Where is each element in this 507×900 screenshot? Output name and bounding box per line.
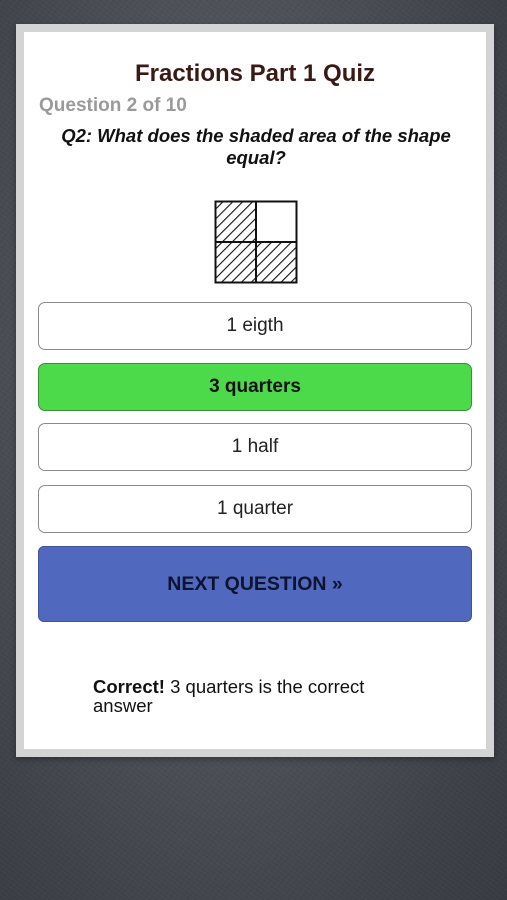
answer-option-1-quarter[interactable]: 1 quarter bbox=[38, 485, 472, 533]
question-progress: Question 2 of 10 bbox=[39, 95, 187, 116]
unshaded-cell-top-right bbox=[255, 200, 298, 243]
answer-option-3-quarters[interactable]: 3 quarters bbox=[38, 363, 472, 411]
quiz-card-frame: Fractions Part 1 Quiz Question 2 of 10 Q… bbox=[16, 24, 494, 757]
feedback-status: Correct! bbox=[93, 676, 165, 697]
shaded-cell-bottom-left bbox=[214, 241, 257, 284]
shaded-cell-bottom-right bbox=[255, 241, 298, 284]
quiz-title: Fractions Part 1 Quiz bbox=[134, 60, 376, 87]
answer-option-1-half[interactable]: 1 half bbox=[38, 423, 472, 471]
answer-option-1-eigth[interactable]: 1 eigth bbox=[38, 302, 472, 350]
question-text: Q2: What does the shaded area of the sha… bbox=[61, 125, 451, 168]
shaded-cell-top-left bbox=[214, 200, 257, 243]
answer-feedback: Correct! 3 quarters is the correct answe… bbox=[93, 677, 413, 715]
quarter-grid-shape-icon bbox=[214, 200, 298, 284]
quiz-card: Fractions Part 1 Quiz Question 2 of 10 Q… bbox=[24, 32, 486, 749]
next-question-button[interactable]: NEXT QUESTION » bbox=[38, 546, 472, 622]
